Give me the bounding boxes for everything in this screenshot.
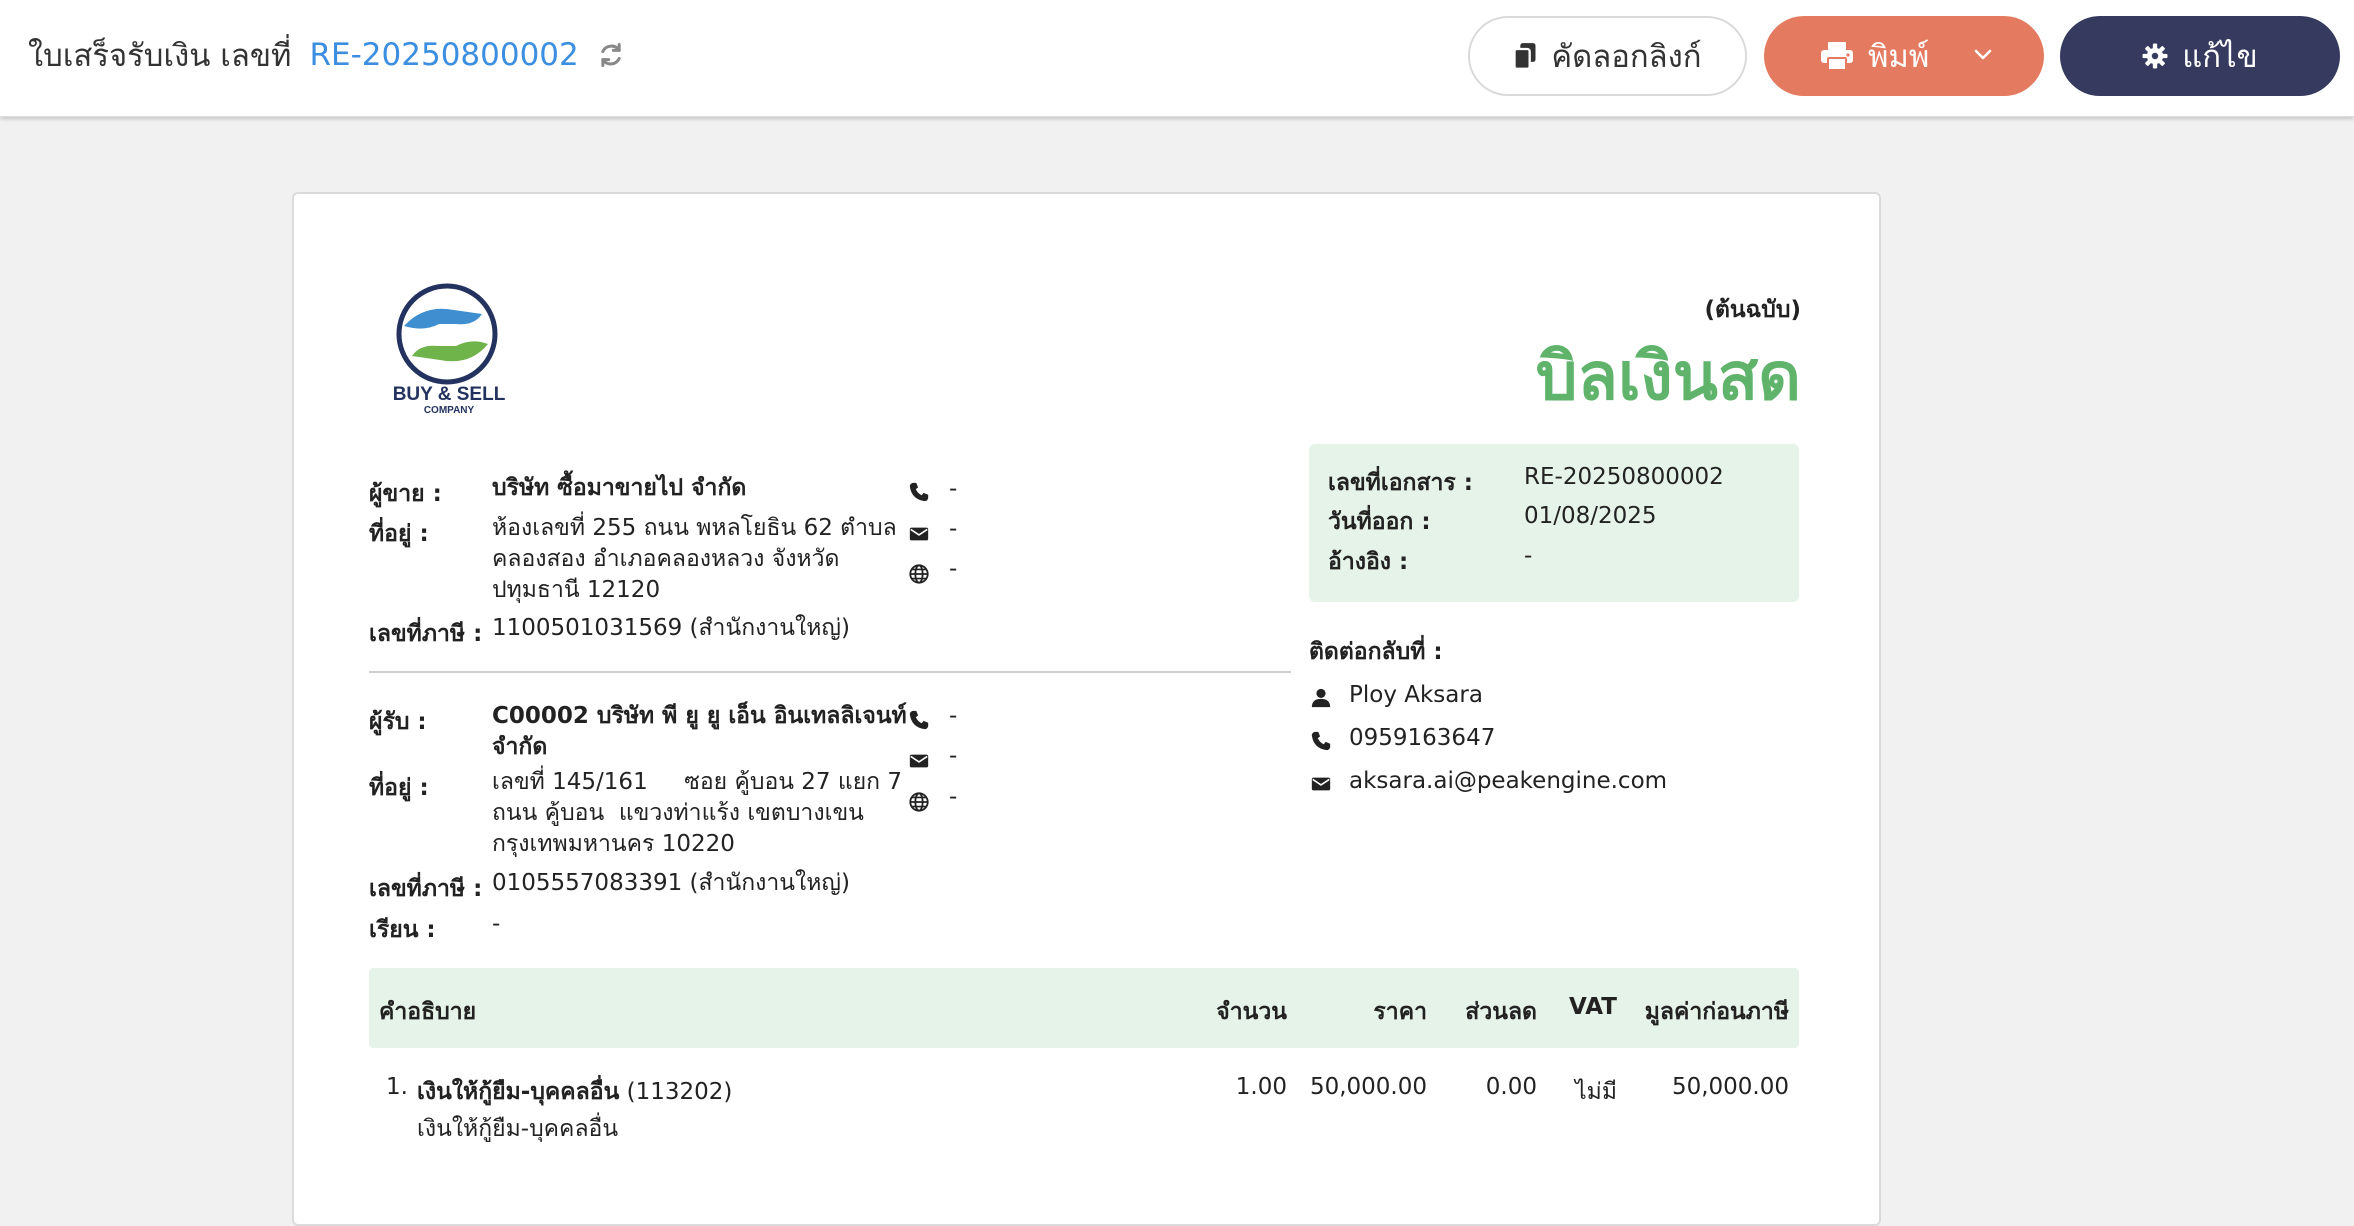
buyer-attn-label: เรียน :: [369, 917, 436, 943]
col-amount: มูลค่าก่อนภาษี: [1644, 999, 1789, 1025]
seller-website: -: [949, 556, 958, 582]
seller-address-line: ห้องเลขที่ 255 ถนน พหลโยธิน 62 ตำบล: [492, 515, 897, 541]
doc-number-label: เลขที่เอกสาร :: [1328, 470, 1473, 496]
email-icon: [909, 754, 929, 768]
item-amount: 50,000.00: [1671, 1074, 1789, 1100]
col-price: ราคา: [1373, 999, 1427, 1025]
document-paper: BUY & SELL COMPANY (ต้นฉบับ) บิลเงินสด ผ…: [292, 192, 1881, 1226]
print-label: พิมพ์: [1868, 39, 1930, 75]
phone-icon: [909, 710, 929, 730]
buyer-name: C00002 บริษัท พี ยู ยู เอ็น อินเทลลิเจนท…: [492, 701, 907, 763]
buyer-address-line: ถนน คู้บอน แขวงท่าแร้ง เขตบางเขน: [492, 800, 864, 826]
doc-number-link[interactable]: RE-20250800002: [309, 37, 578, 73]
seller-address-label: ที่อยู่ :: [369, 521, 429, 547]
seller-email: -: [949, 516, 958, 542]
email-icon: [1311, 777, 1331, 791]
seller-tax-id: 1100501031569 (สำนักงานใหญ่): [492, 615, 850, 641]
buyer-address-line: กรุงเทพมหานคร 10220: [492, 831, 735, 857]
contact-email: aksara.ai@peakengine.com: [1349, 768, 1668, 794]
globe-icon: [909, 792, 929, 812]
buyer-label: ผู้รับ :: [369, 709, 427, 735]
item-quantity: 1.00: [1235, 1074, 1287, 1100]
edit-button[interactable]: แก้ไข: [2060, 16, 2340, 96]
doc-number-value: RE-20250800002: [1524, 464, 1724, 490]
chevron-down-icon[interactable]: [1972, 44, 1994, 66]
seller-phone: -: [949, 476, 958, 502]
phone-icon: [1311, 731, 1331, 751]
col-quantity: จำนวน: [1216, 999, 1287, 1025]
buyer-name-line: จำกัด: [492, 734, 548, 760]
seller-address-line: ปทุมธานี 12120: [492, 577, 661, 603]
user-icon: [1311, 688, 1331, 708]
logo-text-main: BUY & SELL: [393, 384, 506, 405]
col-discount: ส่วนลด: [1465, 999, 1537, 1025]
refresh-icon[interactable]: [597, 41, 625, 69]
buyer-tax-id: 0105557083391 (สำนักงานใหญ่): [492, 870, 850, 896]
item-detail: เงินให้กู้ยืม-บุคคลอื่น: [417, 1116, 619, 1142]
doc-info-box: เลขที่เอกสาร : RE-20250800002 วันที่ออก …: [1309, 444, 1799, 602]
phone-icon: [909, 482, 929, 502]
page-title: ใบเสร็จรับเงิน เลขที่: [28, 38, 292, 74]
email-icon: [909, 527, 929, 541]
seller-label: ผู้ขาย :: [369, 481, 442, 507]
contact-label: ติดต่อกลับที่ :: [1309, 639, 1443, 665]
issue-date-value: 01/08/2025: [1524, 503, 1657, 529]
item-vat: ไม่มี: [1575, 1079, 1617, 1105]
print-button[interactable]: พิมพ์: [1764, 16, 2044, 96]
item-discount: 0.00: [1485, 1074, 1537, 1100]
row-description: เงินให้กู้ยืม-บุคคลอื่น (113202): [417, 1074, 732, 1110]
buyer-name-line: C00002 บริษัท พี ยู ยู เอ็น อินเทลลิเจนท…: [492, 703, 907, 729]
copy-link-button[interactable]: คัดลอกลิงก์: [1468, 16, 1747, 96]
section-divider: [369, 671, 1291, 673]
top-bar: ใบเสร็จรับเงิน เลขที่ RE-20250800002 คัด…: [0, 0, 2354, 117]
edit-label: แก้ไข: [2182, 39, 2258, 75]
logo-text-sub: COMPANY: [424, 405, 475, 414]
item-price: 50,000.00: [1309, 1074, 1427, 1100]
buyer-attn: -: [492, 911, 501, 937]
buyer-address-label: ที่อยู่ :: [369, 775, 429, 801]
buyer-tax-label: เลขที่ภาษี :: [369, 876, 483, 902]
contact-name: Ploy Aksara: [1349, 682, 1483, 708]
document-title: บิลเงินสด: [1535, 338, 1801, 415]
printer-icon: [1821, 42, 1853, 71]
copy-icon: [1513, 43, 1536, 70]
company-logo: BUY & SELL COMPANY: [393, 283, 506, 414]
row-number: 1.: [386, 1074, 408, 1100]
item-code: (113202): [626, 1079, 733, 1105]
col-description: คำอธิบาย: [379, 999, 477, 1025]
items-table-header: คำอธิบาย จำนวน ราคา ส่วนลด VAT มูลค่าก่อ…: [369, 968, 1799, 1048]
item-title: เงินให้กู้ยืม-บุคคลอื่น: [417, 1079, 620, 1105]
buyer-website: -: [949, 784, 958, 810]
original-copy-label: (ต้นฉบับ): [1704, 297, 1801, 323]
gear-icon: [2142, 43, 2168, 69]
seller-address-line: คลองสอง อำเภอคลองหลวง จังหวัด: [492, 546, 840, 572]
seller-tax-label: เลขที่ภาษี :: [369, 621, 483, 647]
buyer-email: -: [949, 743, 958, 769]
seller-address: ห้องเลขที่ 255 ถนน พหลโยธิน 62 ตำบล คลอง…: [492, 513, 897, 606]
reference-label: อ้างอิง :: [1328, 549, 1409, 575]
reference-value: -: [1524, 543, 1533, 569]
table-row: 1. เงินให้กู้ยืม-บุคคลอื่น (113202) เงิน…: [369, 1064, 1799, 1164]
issue-date-label: วันที่ออก :: [1328, 509, 1431, 535]
contact-phone: 0959163647: [1349, 725, 1496, 751]
col-vat: VAT: [1569, 994, 1617, 1020]
copy-link-label: คัดลอกลิงก์: [1551, 39, 1702, 75]
buyer-address: เลขที่ 145/161 ซอย คู้บอน 27 แยก 7 ถนน ค…: [492, 767, 902, 860]
buyer-phone: -: [949, 703, 958, 729]
page-header: ใบเสร็จรับเงิน เลขที่ RE-20250800002: [28, 30, 625, 80]
globe-icon: [909, 564, 929, 584]
buyer-address-line: เลขที่ 145/161 ซอย คู้บอน 27 แยก 7: [492, 769, 903, 795]
seller-name: บริษัท ซื้อมาขายไป จำกัด: [492, 475, 747, 501]
